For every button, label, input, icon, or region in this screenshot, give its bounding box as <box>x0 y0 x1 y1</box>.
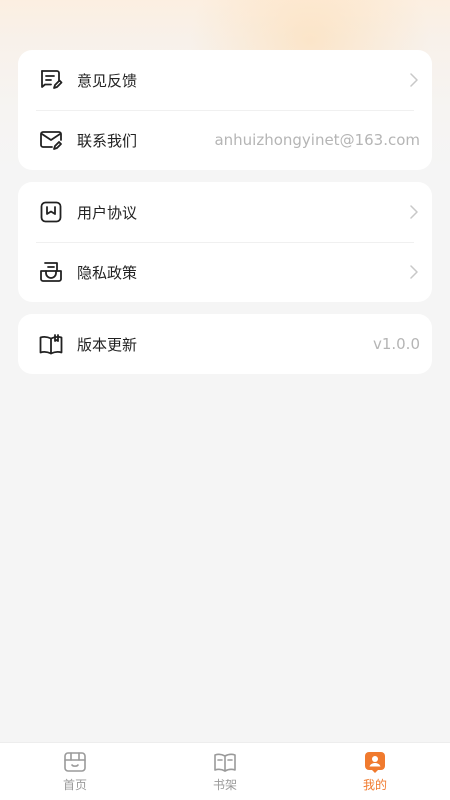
settings-card-legal: 用户协议 隐私政策 <box>18 182 432 302</box>
feedback-label: 意见反馈 <box>77 71 138 90</box>
chevron-right-icon <box>408 264 420 280</box>
version-update-row[interactable]: 版本更新 v1.0.0 <box>18 314 432 374</box>
bottom-tab-bar: 首页 书架 我的 <box>0 742 450 800</box>
home-icon <box>63 751 87 773</box>
tab-bookshelf-label: 书架 <box>212 777 237 792</box>
chevron-right-icon <box>408 72 420 88</box>
mail-icon <box>38 127 64 153</box>
book-update-icon <box>38 331 64 357</box>
tab-profile-label: 我的 <box>362 777 387 792</box>
agreement-icon <box>38 199 64 225</box>
contact-email: anhuizhongyinet@163.com <box>214 131 420 149</box>
chevron-right-icon <box>408 204 420 220</box>
feedback-icon <box>38 67 64 93</box>
settings-card-support: 意见反馈 联系我们 anhuizhongyinet@163.com <box>18 50 432 170</box>
tab-bookshelf[interactable]: 书架 <box>150 743 300 800</box>
version-number: v1.0.0 <box>372 335 420 353</box>
profile-icon <box>363 751 387 773</box>
bookshelf-icon <box>213 751 237 773</box>
settings-card-version: 版本更新 v1.0.0 <box>18 314 432 374</box>
privacy-icon <box>38 259 64 285</box>
contact-row[interactable]: 联系我们 anhuizhongyinet@163.com <box>18 110 432 170</box>
tab-profile[interactable]: 我的 <box>300 743 450 800</box>
feedback-row[interactable]: 意见反馈 <box>18 50 432 110</box>
version-update-label: 版本更新 <box>77 335 138 354</box>
user-agreement-row[interactable]: 用户协议 <box>18 182 432 242</box>
contact-label: 联系我们 <box>77 131 138 150</box>
tab-home[interactable]: 首页 <box>0 743 150 800</box>
user-agreement-label: 用户协议 <box>77 203 138 222</box>
profile-page: 意见反馈 联系我们 anhuizhongyinet@163.com 用户协议 隐… <box>0 0 450 800</box>
privacy-policy-label: 隐私政策 <box>77 263 138 282</box>
tab-home-label: 首页 <box>62 777 87 792</box>
privacy-policy-row[interactable]: 隐私政策 <box>18 242 432 302</box>
